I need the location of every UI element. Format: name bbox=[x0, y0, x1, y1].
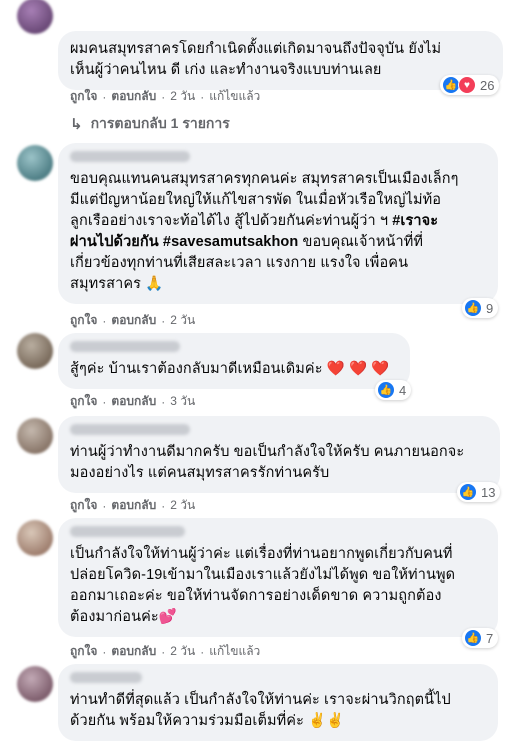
avatar[interactable] bbox=[17, 145, 53, 181]
timestamp[interactable]: 2 วัน bbox=[170, 87, 195, 106]
like-reaction-icon: 👍 bbox=[377, 381, 395, 399]
hashtag-link[interactable]: #savesamutsakhon bbox=[159, 234, 299, 250]
like-reaction-icon: 👍 bbox=[459, 483, 477, 501]
commenter-name[interactable] bbox=[70, 424, 190, 435]
edited-label: แก้ไขแล้ว bbox=[209, 644, 261, 658]
avatar[interactable] bbox=[17, 418, 53, 454]
reaction-summary[interactable]: 👍 ♥ 26 bbox=[440, 75, 500, 95]
comment-actions: ถูกใจ · ตอบกลับ · 2 วัน bbox=[70, 311, 195, 330]
timestamp[interactable]: 2 วัน bbox=[170, 642, 195, 661]
like-reaction-icon: 👍 bbox=[464, 629, 482, 647]
reply-arrow-icon: ↳ bbox=[70, 116, 83, 133]
comment-text: ขอบคุณแทนคนสมุทรสาครทุกคนค่ะ สมุทรสาครเป… bbox=[70, 169, 486, 295]
like-link[interactable]: ถูกใจ bbox=[70, 392, 97, 411]
reply-link[interactable]: ตอบกลับ bbox=[111, 496, 156, 515]
avatar[interactable] bbox=[17, 0, 53, 34]
commenter-name[interactable] bbox=[70, 341, 180, 352]
avatar[interactable] bbox=[17, 520, 53, 556]
comment-bubble: ท่านทำดีที่สุดแล้ว เป็นกำลังใจให้ท่านค่ะ… bbox=[58, 664, 498, 741]
reply-link[interactable]: ตอบกลับ bbox=[111, 87, 156, 106]
like-reaction-icon: 👍 bbox=[464, 299, 482, 317]
reaction-count: 7 bbox=[486, 630, 494, 646]
view-replies-link[interactable]: ↳ การตอบกลับ 1 รายการ bbox=[70, 113, 230, 135]
like-link[interactable]: ถูกใจ bbox=[70, 642, 97, 661]
timestamp[interactable]: 2 วัน bbox=[170, 496, 195, 515]
like-link[interactable]: ถูกใจ bbox=[70, 311, 97, 330]
like-link[interactable]: ถูกใจ bbox=[70, 496, 97, 515]
love-reaction-icon: ♥ bbox=[458, 76, 476, 94]
commenter-name[interactable] bbox=[70, 526, 185, 537]
comment-actions: ถูกใจ · ตอบกลับ · 2 วัน bbox=[70, 496, 195, 515]
comment-bubble: ท่านผู้ว่าทำงานดีมากครับ ขอเป็นกำลังใจให… bbox=[58, 416, 500, 493]
reaction-summary[interactable]: 👍 4 bbox=[375, 380, 412, 400]
reply-link[interactable]: ตอบกลับ bbox=[111, 392, 156, 411]
reaction-count: 26 bbox=[480, 77, 495, 93]
timestamp[interactable]: 2 วัน bbox=[170, 311, 195, 330]
reaction-count: 13 bbox=[481, 484, 496, 500]
commenter-name[interactable] bbox=[70, 151, 190, 162]
comment-bubble: เป็นกำลังใจให้ท่านผู้ว่าค่ะ แต่เรื่องที่… bbox=[58, 518, 498, 637]
reaction-summary[interactable]: 👍 9 bbox=[462, 298, 499, 318]
avatar[interactable] bbox=[17, 666, 53, 702]
edited-label: แก้ไขแล้ว bbox=[209, 89, 261, 103]
comment-bubble: สู้ๆค่ะ บ้านเราต้องกลับมาดีเหมือนเดิมค่ะ… bbox=[58, 333, 410, 389]
comment-bubble: ผมคนสมุทรสาครโดยกำเนิดตั้งแต่เกิดมาจนถึง… bbox=[58, 31, 503, 90]
comment-text: ท่านทำดีที่สุดแล้ว เป็นกำลังใจให้ท่านค่ะ… bbox=[70, 692, 451, 729]
timestamp[interactable]: 3 วัน bbox=[170, 392, 195, 411]
comment-text-part: สู้ๆค่ะ บ้านเราต้องกลับมาดีเหมือนเดิมค่ะ bbox=[70, 361, 323, 377]
comment-actions: ถูกใจ · ตอบกลับ · 2 วัน · แก้ไขแล้ว bbox=[70, 642, 260, 661]
reaction-count: 9 bbox=[486, 300, 494, 316]
commenter-name[interactable] bbox=[70, 672, 142, 683]
comment-text: เป็นกำลังใจให้ท่านผู้ว่าค่ะ แต่เรื่องที่… bbox=[70, 546, 456, 625]
like-link[interactable]: ถูกใจ bbox=[70, 87, 97, 106]
reaction-summary[interactable]: 👍 7 bbox=[462, 628, 499, 648]
reply-link[interactable]: ตอบกลับ bbox=[111, 642, 156, 661]
replies-label: การตอบกลับ 1 รายการ bbox=[90, 115, 230, 131]
comment-actions: ถูกใจ · ตอบกลับ · 3 วัน bbox=[70, 392, 195, 411]
reaction-count: 4 bbox=[399, 382, 407, 398]
avatar[interactable] bbox=[17, 333, 53, 369]
reaction-summary[interactable]: 👍 13 bbox=[457, 482, 501, 502]
comment-text: ผมคนสมุทรสาครโดยกำเนิดตั้งแต่เกิดมาจนถึง… bbox=[70, 41, 442, 78]
comment-actions: ถูกใจ · ตอบกลับ · 2 วัน · แก้ไขแล้ว bbox=[70, 87, 260, 106]
comment-text: สู้ๆค่ะ บ้านเราต้องกลับมาดีเหมือนเดิมค่ะ… bbox=[70, 359, 398, 380]
hearts-emoji: ❤️ ❤️ ❤️ bbox=[326, 361, 390, 377]
comment-text: ท่านผู้ว่าทำงานดีมากครับ ขอเป็นกำลังใจให… bbox=[70, 444, 465, 481]
comment-bubble: ขอบคุณแทนคนสมุทรสาครทุกคนค่ะ สมุทรสาครเป… bbox=[58, 143, 498, 304]
reply-link[interactable]: ตอบกลับ bbox=[111, 311, 156, 330]
